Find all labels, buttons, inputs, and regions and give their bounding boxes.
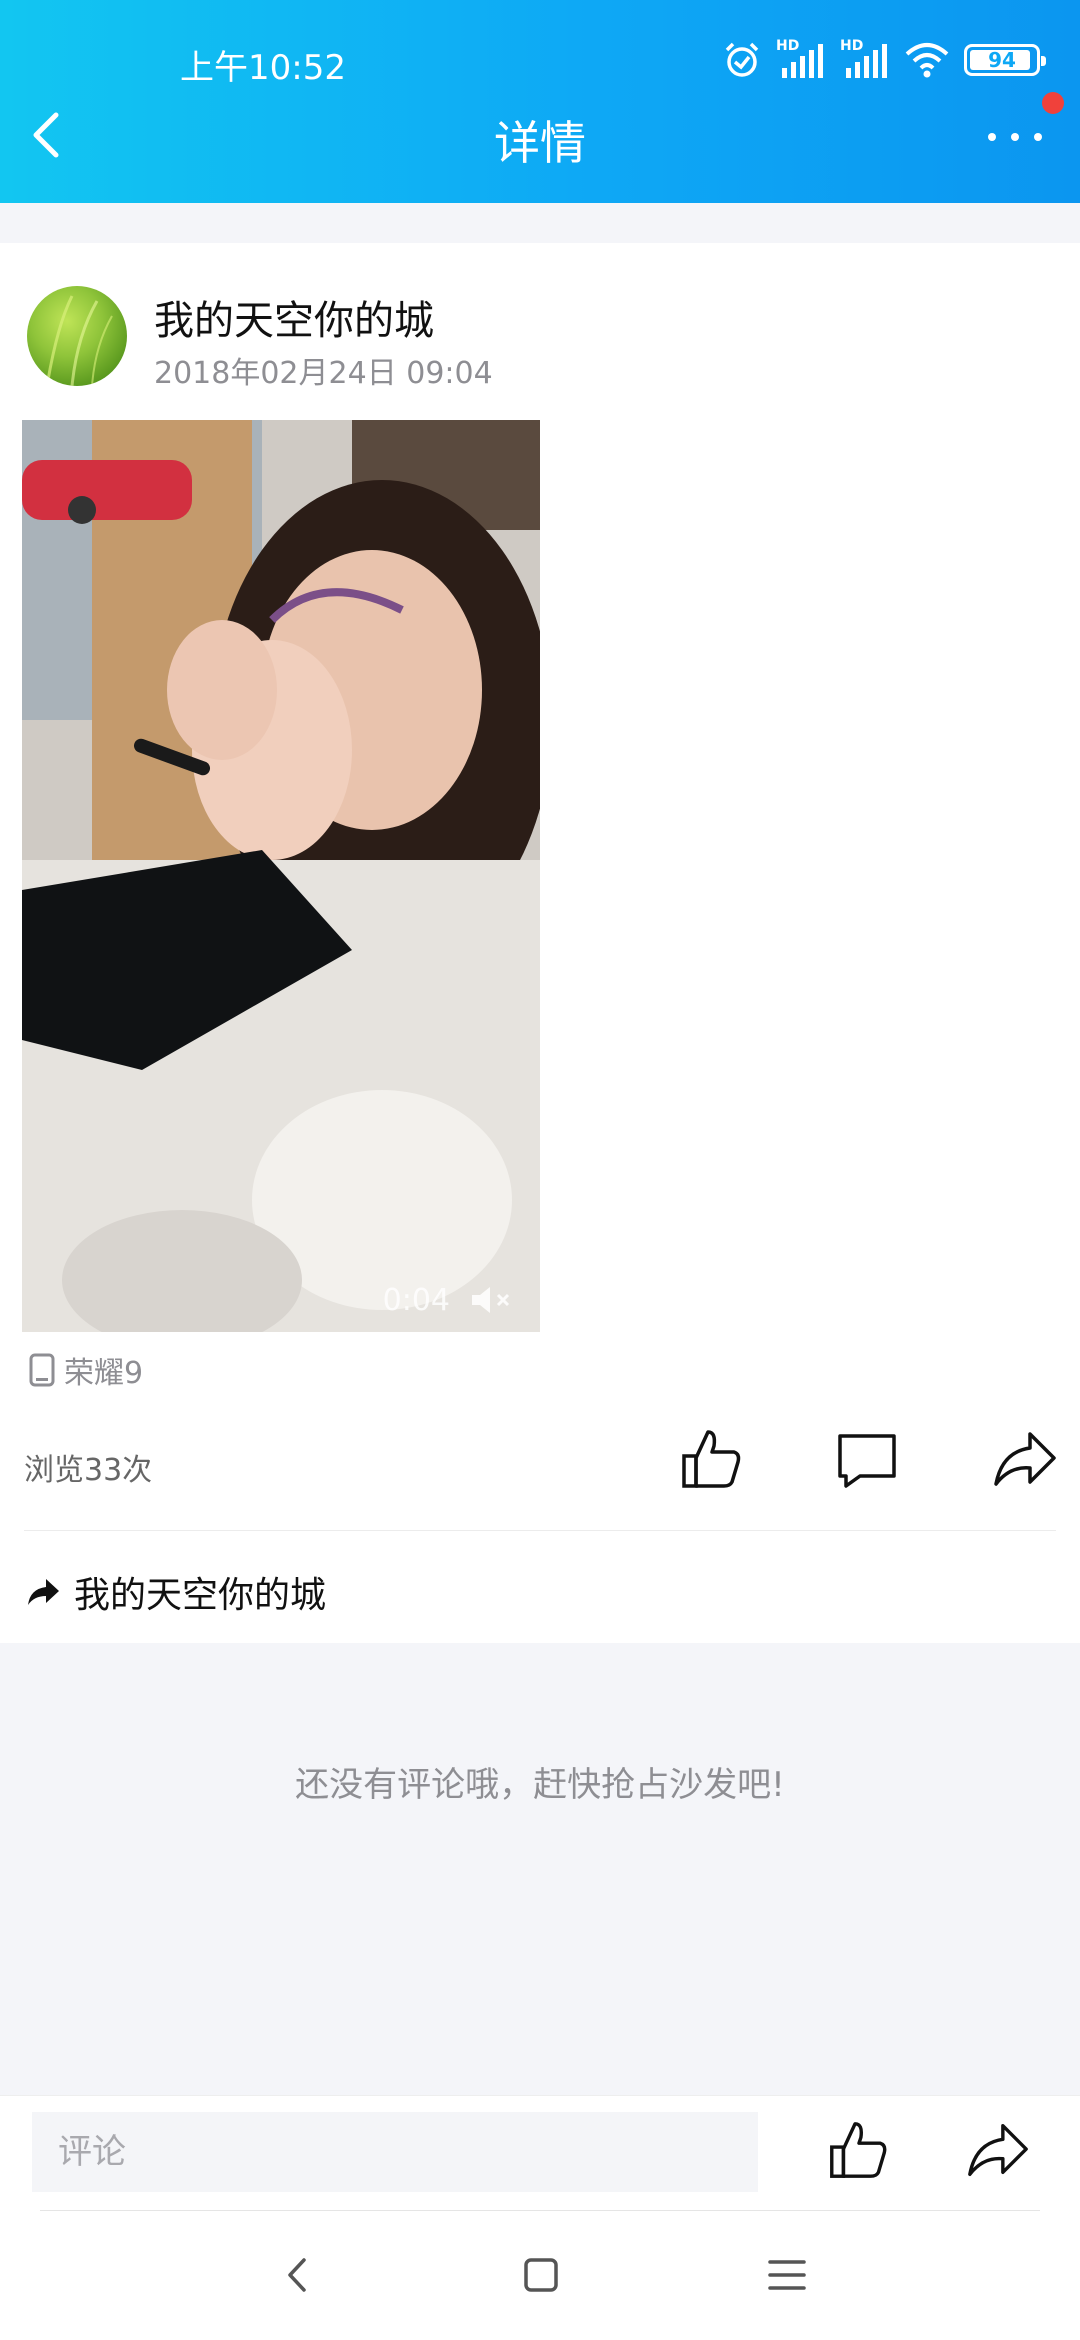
notification-dot: [1042, 92, 1064, 114]
nav-back-icon[interactable]: [272, 2250, 322, 2300]
status-icons: HD HD 94: [722, 38, 1046, 82]
phone-device-icon: [29, 1353, 55, 1387]
top-divider-band: [0, 203, 1080, 243]
battery-level: 94: [988, 48, 1016, 72]
video-duration: 0:04: [382, 1283, 450, 1318]
comment-icon[interactable]: [832, 1424, 902, 1494]
more-dots-icon[interactable]: [980, 112, 1050, 162]
divider: [24, 1530, 1056, 1531]
thumbs-up-icon[interactable]: [824, 2116, 892, 2184]
video-thumbnail: [22, 420, 540, 1332]
battery-icon: 94: [964, 44, 1046, 76]
mute-icon[interactable]: [468, 1284, 516, 1316]
view-count: 浏览33次: [24, 1453, 153, 1488]
comment-input[interactable]: [32, 2112, 758, 2192]
thumbs-up-icon[interactable]: [676, 1424, 746, 1494]
page-title: 详情: [494, 116, 586, 170]
wifi-icon: [905, 43, 949, 78]
device-info: 荣耀9: [28, 1350, 144, 1391]
forward-row[interactable]: 我的天空你的城: [26, 1567, 326, 1617]
signal-icon-2: HD: [840, 38, 890, 82]
alarm-icon: [725, 42, 759, 77]
avatar[interactable]: [27, 286, 127, 386]
comments-area: [0, 1643, 1080, 2095]
author-name[interactable]: 我的天空你的城: [154, 288, 434, 346]
share-icon[interactable]: [964, 2116, 1032, 2184]
video-player[interactable]: 0:04: [22, 420, 540, 1332]
post-timestamp: 2018年02月24日 09:04: [154, 356, 493, 391]
forward-label: 我的天空你的城: [74, 1575, 327, 1616]
nav-home-icon[interactable]: [516, 2250, 566, 2300]
empty-comments-message: 还没有评论哦，赶快抢占沙发吧!: [295, 1765, 785, 1805]
nav-menu-icon[interactable]: [762, 2250, 812, 2300]
signal-icon: HD: [776, 38, 826, 82]
forward-arrow-icon: [28, 1579, 59, 1605]
status-time: 上午10:52: [180, 48, 346, 88]
app-header: 上午10:52 HD HD 94 详情: [0, 0, 1080, 203]
device-name: 荣耀9: [64, 1356, 144, 1391]
share-icon[interactable]: [990, 1424, 1060, 1494]
